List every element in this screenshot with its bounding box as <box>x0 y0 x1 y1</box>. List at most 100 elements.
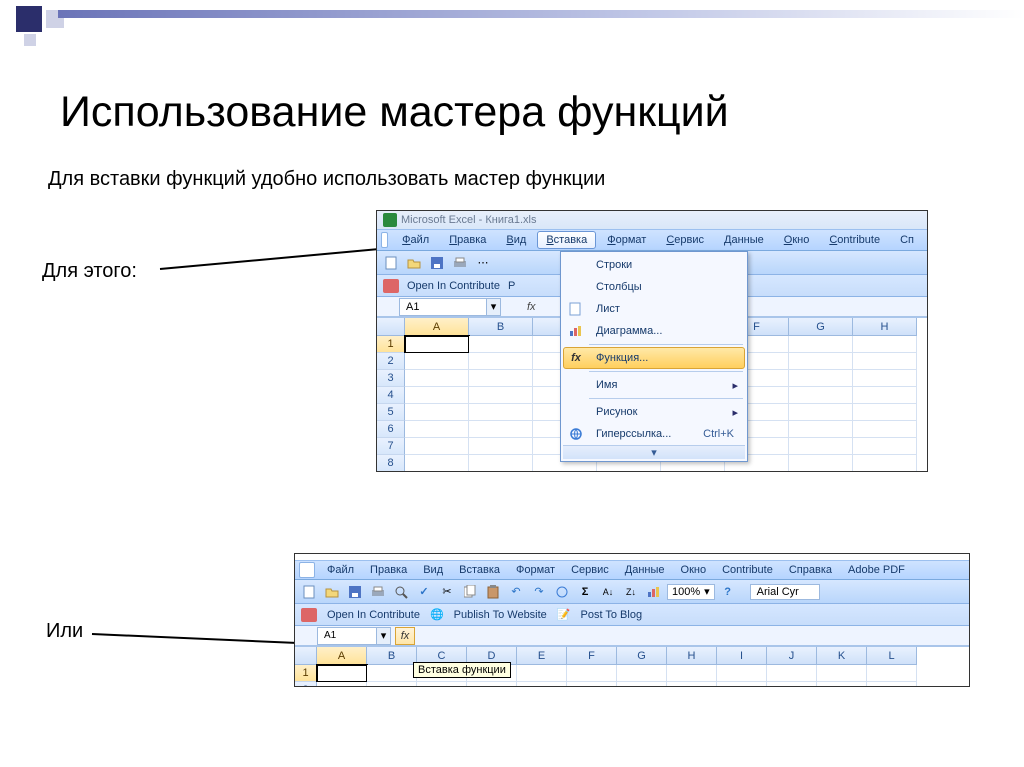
name-box[interactable]: A1 <box>399 298 487 316</box>
cell[interactable] <box>405 353 469 370</box>
menu-window[interactable]: Окно <box>674 562 714 578</box>
cell[interactable] <box>853 370 917 387</box>
menu-edit[interactable]: Правка <box>363 562 414 578</box>
cell[interactable] <box>853 438 917 455</box>
tool-paste-icon[interactable] <box>483 582 503 602</box>
cell[interactable] <box>717 665 767 682</box>
row-header[interactable]: 2 <box>377 353 405 370</box>
menu-data[interactable]: Данные <box>618 562 672 578</box>
select-all-corner[interactable] <box>377 318 405 336</box>
menu-edit[interactable]: Правка <box>440 231 495 249</box>
font-selector[interactable]: Arial Cyr <box>750 584 820 600</box>
name-box[interactable]: A1 <box>317 627 377 645</box>
spreadsheet-grid-2[interactable]: A B C D E F G H I J K L 12 <box>295 646 969 687</box>
menu-contribute[interactable]: Contribute <box>820 231 889 249</box>
cell[interactable] <box>867 682 917 687</box>
contribute-post-link[interactable]: Post To Blog <box>581 609 643 621</box>
col-header-H[interactable]: H <box>853 318 917 336</box>
menu-adobe-pdf[interactable]: Adobe PDF <box>841 562 912 578</box>
tool-hyperlink-icon[interactable] <box>552 582 572 602</box>
col-header-B[interactable]: B <box>469 318 533 336</box>
tool-sort-asc-icon[interactable]: A↓ <box>598 582 618 602</box>
cell[interactable] <box>667 665 717 682</box>
col-header[interactable]: K <box>817 647 867 665</box>
cell[interactable] <box>853 387 917 404</box>
cell[interactable] <box>853 421 917 438</box>
cell[interactable] <box>467 682 517 687</box>
cell[interactable] <box>367 682 417 687</box>
cell[interactable] <box>517 665 567 682</box>
cell[interactable] <box>405 455 469 472</box>
cell[interactable] <box>789 336 853 353</box>
cell[interactable] <box>853 404 917 421</box>
tool-print-icon[interactable] <box>450 253 470 273</box>
row-header[interactable]: 1 <box>295 665 317 682</box>
col-header[interactable]: I <box>717 647 767 665</box>
cell[interactable] <box>567 682 617 687</box>
cell[interactable] <box>469 404 533 421</box>
tool-save-icon[interactable] <box>345 582 365 602</box>
row-header[interactable]: 6 <box>377 421 405 438</box>
cell[interactable] <box>405 404 469 421</box>
cell[interactable] <box>789 455 853 472</box>
row-header[interactable]: 2 <box>295 682 317 687</box>
cell[interactable] <box>667 682 717 687</box>
col-header[interactable]: F <box>567 647 617 665</box>
cell[interactable] <box>469 455 533 472</box>
menu-item-rows[interactable]: Строки <box>563 254 745 276</box>
tool-cut-icon[interactable]: ✂ <box>437 582 457 602</box>
cell[interactable] <box>617 665 667 682</box>
cell[interactable] <box>617 682 667 687</box>
contribute-open-link[interactable]: Open In Contribute <box>407 280 500 292</box>
cell[interactable] <box>405 336 469 353</box>
col-header[interactable]: H <box>667 647 717 665</box>
menu-item-function[interactable]: fx Функция... <box>563 347 745 369</box>
col-header[interactable]: G <box>617 647 667 665</box>
cell[interactable] <box>469 387 533 404</box>
row-header[interactable]: 7 <box>377 438 405 455</box>
row-header[interactable]: 4 <box>377 387 405 404</box>
cell[interactable] <box>517 682 567 687</box>
cell[interactable] <box>817 665 867 682</box>
cell[interactable] <box>789 387 853 404</box>
contribute-open-link[interactable]: Open In Contribute <box>327 609 420 621</box>
menu-contribute[interactable]: Contribute <box>715 562 780 578</box>
cell[interactable] <box>867 665 917 682</box>
menu-insert[interactable]: Вставка <box>452 562 507 578</box>
cell[interactable] <box>567 665 617 682</box>
contribute-publish-link[interactable]: Publish To Website <box>454 609 547 621</box>
tool-open-icon[interactable] <box>322 582 342 602</box>
cell[interactable] <box>405 421 469 438</box>
row-header[interactable]: 1 <box>377 336 405 353</box>
cell[interactable] <box>469 353 533 370</box>
col-header[interactable]: J <box>767 647 817 665</box>
cell[interactable] <box>853 455 917 472</box>
menu-item-sheet[interactable]: Лист <box>563 298 745 320</box>
menu-file[interactable]: Файл <box>320 562 361 578</box>
cell[interactable] <box>853 353 917 370</box>
cell[interactable] <box>817 682 867 687</box>
menu-item-hyperlink[interactable]: Гиперссылка... Ctrl+K <box>563 423 745 445</box>
cell[interactable] <box>789 404 853 421</box>
menu-tools[interactable]: Сервис <box>564 562 616 578</box>
tool-redo-icon[interactable]: ↷ <box>529 582 549 602</box>
col-header[interactable]: B <box>367 647 417 665</box>
tool-sort-desc-icon[interactable]: Z↓ <box>621 582 641 602</box>
tool-autosum-icon[interactable]: Σ <box>575 582 595 602</box>
tool-new-icon[interactable] <box>381 253 401 273</box>
cell[interactable] <box>367 665 417 682</box>
menu-expand-chevron-icon[interactable]: ▾ <box>563 445 745 459</box>
cell[interactable] <box>317 682 367 687</box>
tool-copy-icon[interactable] <box>460 582 480 602</box>
cell[interactable] <box>469 421 533 438</box>
tool-help-icon[interactable]: ? <box>718 582 738 602</box>
select-all-corner[interactable] <box>295 647 317 665</box>
menu-view[interactable]: Вид <box>497 231 535 249</box>
insert-function-button[interactable]: fx <box>395 627 415 645</box>
tool-print-icon[interactable] <box>368 582 388 602</box>
row-header[interactable]: 5 <box>377 404 405 421</box>
cell[interactable] <box>405 387 469 404</box>
cell[interactable] <box>405 370 469 387</box>
menu-view[interactable]: Вид <box>416 562 450 578</box>
cell[interactable] <box>469 370 533 387</box>
